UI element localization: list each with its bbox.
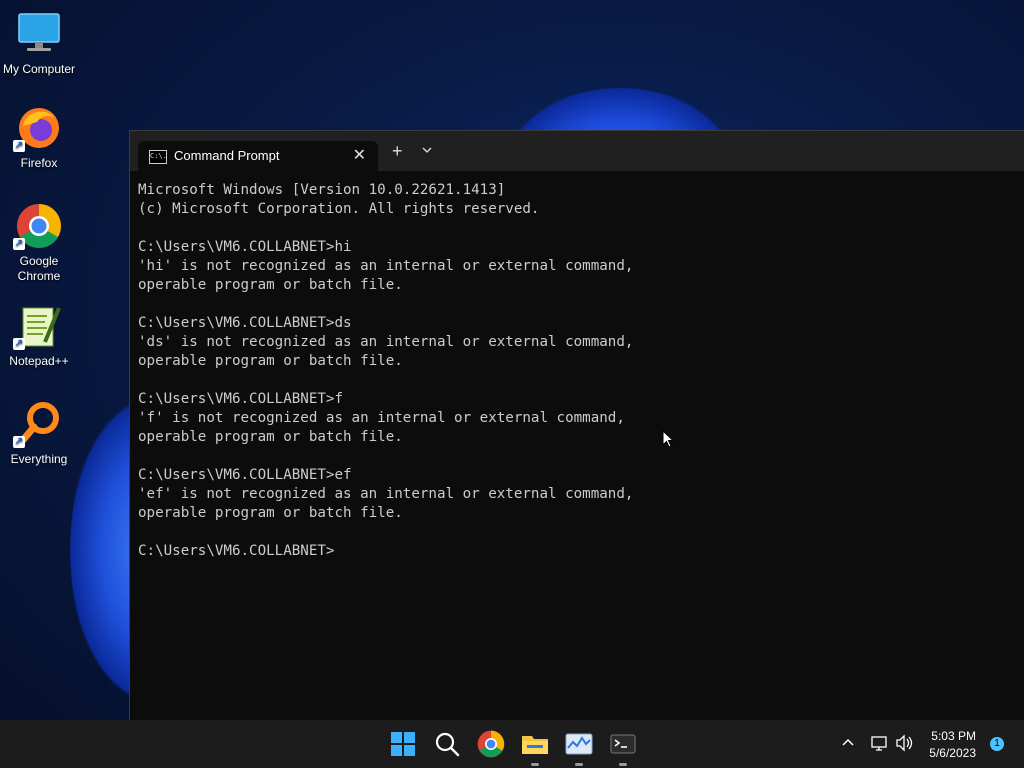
search-icon[interactable]	[431, 728, 463, 760]
console-line: C:\Users\VM6.COLLABNET>ds	[138, 315, 352, 331]
chrome-icon[interactable]	[475, 728, 507, 760]
desktop-icon-label: Firefox	[20, 156, 58, 170]
chevron-down-icon[interactable]	[422, 143, 432, 157]
volume-icon[interactable]	[895, 734, 915, 757]
shortcut-arrow-icon: ↗	[13, 238, 25, 250]
new-tab-button[interactable]: +	[392, 141, 403, 162]
desktop-icon-notepadpp[interactable]: ↗ Notepad++	[0, 302, 78, 369]
tab-command-prompt[interactable]: C:\. Command Prompt ✕	[138, 141, 378, 171]
console-line: (c) Microsoft Corporation. All rights re…	[138, 201, 540, 217]
running-indicator	[575, 763, 583, 766]
notification-badge[interactable]: 1	[990, 737, 1004, 751]
everything-search-icon: ↗	[13, 400, 63, 448]
shortcut-arrow-icon: ↗	[13, 140, 25, 152]
file-explorer-icon[interactable]	[519, 728, 551, 766]
desktop-icon-chrome[interactable]: ↗ Google Chrome	[0, 202, 78, 284]
shortcut-arrow-icon: ↗	[13, 436, 25, 448]
clock-date: 5/6/2023	[929, 746, 976, 760]
firefox-icon: ↗	[13, 104, 63, 152]
console-line: operable program or batch file.	[138, 353, 403, 369]
chevron-up-icon[interactable]	[840, 734, 856, 755]
console-line: 'ef' is not recognized as an internal or…	[138, 486, 634, 502]
console-line: C:\Users\VM6.COLLABNET>ef	[138, 467, 352, 483]
close-icon[interactable]: ✕	[353, 145, 366, 165]
title-bar[interactable]: C:\. Command Prompt ✕ +	[130, 131, 1024, 171]
mouse-cursor-icon	[662, 429, 675, 453]
shortcut-arrow-icon: ↗	[13, 338, 25, 350]
tab-title: Command Prompt	[174, 148, 280, 163]
desktop-icon-label: Notepad++	[9, 354, 69, 368]
desktop-icon-everything[interactable]: ↗ Everything	[0, 400, 78, 467]
taskbar: 5:03 PM 5/6/2023 1	[0, 720, 1024, 768]
console-line: operable program or batch file.	[138, 505, 403, 521]
desktop-icon-label: Everything	[10, 452, 68, 466]
console-line: operable program or batch file.	[138, 429, 403, 445]
running-indicator	[531, 763, 539, 766]
start-icon[interactable]	[387, 728, 419, 760]
console-line: 'hi' is not recognized as an internal or…	[138, 258, 634, 274]
desktop-icon-label: My Computer	[2, 62, 76, 76]
clock-time: 5:03 PM	[931, 729, 976, 743]
console-output[interactable]: Microsoft Windows [Version 10.0.22621.14…	[138, 181, 1017, 561]
console-line: C:\Users\VM6.COLLABNET>	[138, 543, 335, 559]
clock[interactable]: 5:03 PM 5/6/2023	[929, 728, 976, 762]
cmd-icon: C:\.	[149, 150, 167, 164]
console-line: C:\Users\VM6.COLLABNET>hi	[138, 239, 352, 255]
console-line: 'f' is not recognized as an internal or …	[138, 410, 625, 426]
task-manager-icon[interactable]	[563, 728, 595, 766]
console-line: 'ds' is not recognized as an internal or…	[138, 334, 634, 350]
terminal-icon[interactable]	[607, 728, 639, 766]
running-indicator	[619, 763, 627, 766]
terminal-window[interactable]: C:\. Command Prompt ✕ + Microsoft Window…	[129, 130, 1024, 721]
notepadpp-icon: ↗	[13, 302, 63, 350]
console-line: Microsoft Windows [Version 10.0.22621.14…	[138, 182, 506, 198]
desktop-icon-my-computer[interactable]: My Computer	[0, 10, 78, 77]
desktop-icon-label: Google Chrome	[17, 254, 61, 283]
monitor-icon	[15, 10, 63, 58]
network-icon[interactable]	[870, 734, 890, 757]
console-line: operable program or batch file.	[138, 277, 403, 293]
chrome-icon: ↗	[13, 202, 63, 250]
console-line: C:\Users\VM6.COLLABNET>f	[138, 391, 343, 407]
desktop-icon-firefox[interactable]: ↗ Firefox	[0, 104, 78, 171]
